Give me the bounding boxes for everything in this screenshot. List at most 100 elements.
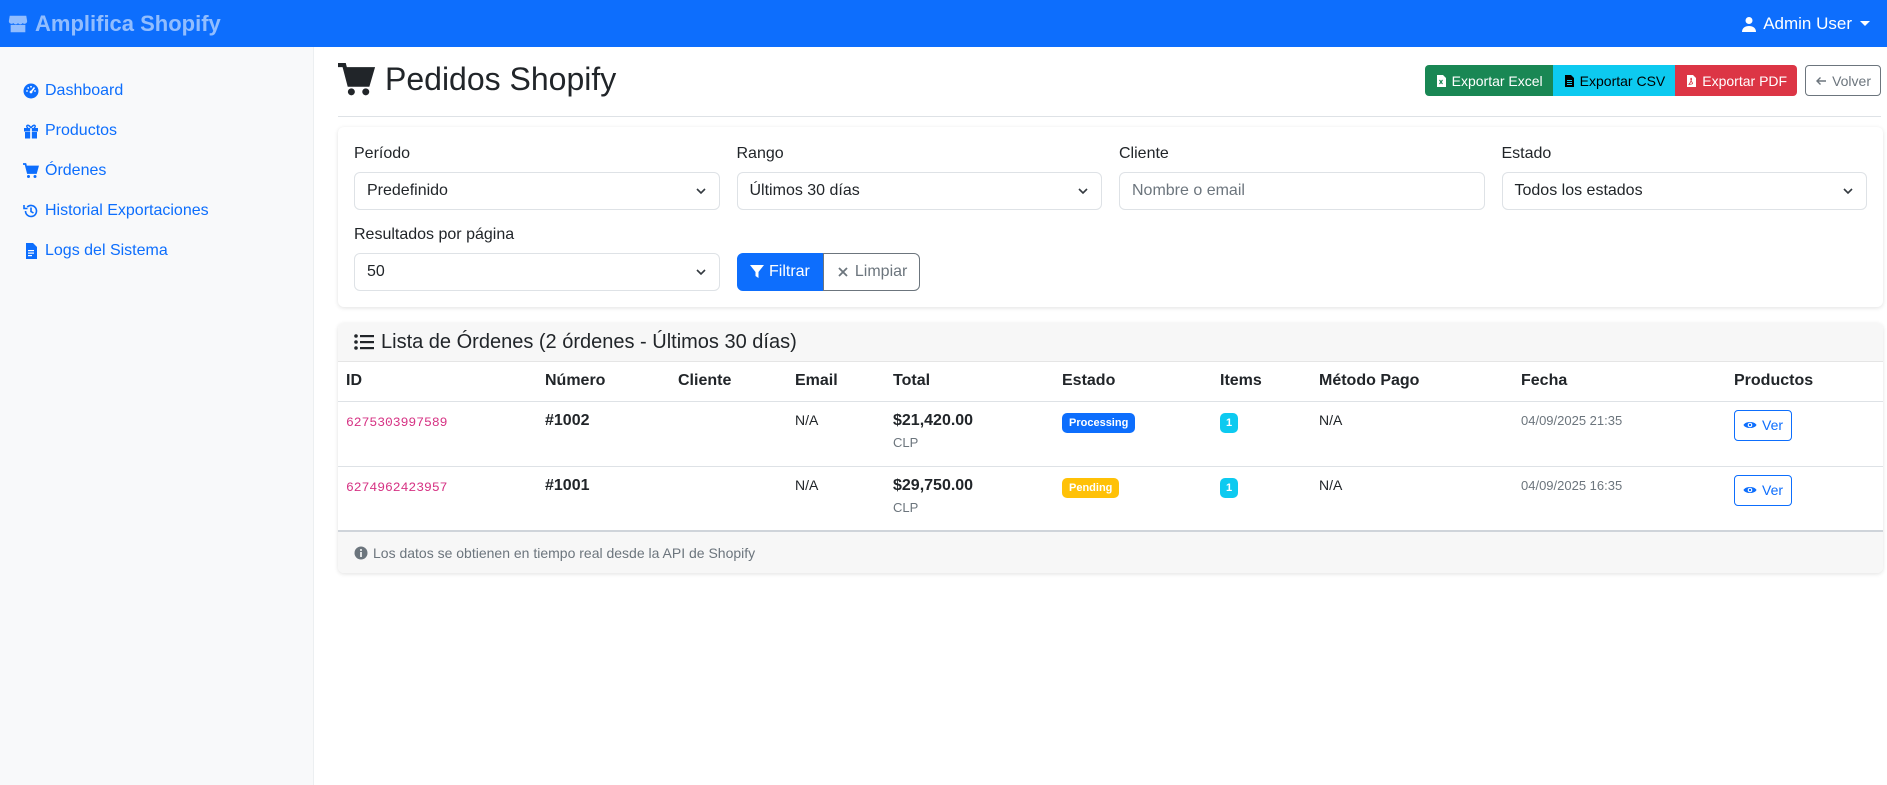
column-header-cliente[interactable]: Cliente [670,362,787,402]
clear-button[interactable]: Limpiar [822,253,921,291]
view-products-button[interactable]: Ver [1734,474,1793,506]
view-label: Ver [1762,417,1784,433]
per-page-label: Resultados por página [354,226,515,243]
chevron-down-icon [695,188,706,195]
estado-select[interactable]: Todos los estados [1501,172,1867,210]
filter-button[interactable]: Filtrar [737,253,823,291]
per-page-select[interactable]: 50 [354,253,720,291]
clear-button-label: Limpiar [854,263,908,280]
table-header-row: ID Número Cliente Email Total Estado Ite… [338,362,1883,402]
file-pdf-icon [1687,74,1697,87]
view-label: Ver [1762,482,1784,498]
sidebar-item-productos[interactable]: Productos [0,111,313,151]
chevron-down-icon [696,269,706,276]
back-label: Volver [1832,72,1871,89]
order-total: $21,420.00 [893,411,974,429]
gauge-icon [23,83,39,99]
column-header-estado[interactable]: Estado [1054,362,1212,402]
per-page-field: Resultados por página 50 [354,224,720,291]
cart-icon [23,163,39,178]
items-badge: 1 [1220,412,1239,433]
cliente-placeholder: Nombre o email [1132,182,1245,199]
export-pdf-label: Exportar PDF [1702,72,1788,89]
order-date: 04/09/2025 21:35 [1521,412,1623,428]
filter-row: Resultados por página 50 Filtrar Limpiar [354,224,1867,291]
caret-down-icon [1860,21,1870,26]
export-excel-label: Exportar Excel [1451,72,1543,89]
items-badge: 1 [1220,477,1239,498]
order-payment: N/A [1319,411,1343,428]
eye-icon [1743,487,1757,493]
order-total: $29,750.00 [893,476,974,494]
rango-field: Rango Últimos 30 días [736,143,1102,210]
periodo-field: Período Predefinido [354,143,720,210]
estado-value: Todos los estados [1514,182,1643,199]
filter-card: Período Predefinido Rango Últimos 30 día… [338,127,1883,307]
column-header-numero[interactable]: Número [537,362,670,402]
sidebar-item-historial[interactable]: Historial Exportaciones [0,191,313,231]
per-page-value: 50 [367,263,385,280]
cliente-field: Cliente Nombre o email [1119,143,1485,210]
order-number: #1002 [545,411,590,429]
cliente-input[interactable]: Nombre o email [1119,172,1485,210]
filter-button-group: Filtrar Limpiar [737,253,921,291]
order-currency: CLP [893,434,919,450]
export-button-group: Exportar Excel Exportar CSV Exportar PDF [1424,65,1798,96]
order-payment: N/A [1319,476,1343,493]
file-csv-icon [1564,74,1574,87]
cart-icon [338,63,375,96]
export-csv-button[interactable]: Exportar CSV [1552,65,1676,96]
footer-note: Los datos se obtienen en tiempo real des… [373,544,756,561]
gift-icon [24,124,38,139]
order-date: 04/09/2025 16:35 [1521,477,1623,493]
user-menu[interactable]: Admin User [1741,14,1870,34]
sidebar-item-logs[interactable]: Logs del Sistema [0,231,313,271]
rango-select[interactable]: Últimos 30 días [736,172,1102,210]
page-header: Pedidos Shopify Exportar Excel Exportar … [338,47,1881,117]
estado-field: Estado Todos los estados [1501,143,1867,210]
orders-card-header: Lista de Órdenes (2 órdenes - Últimos 30… [338,323,1883,362]
sidebar-item-label: Productos [45,122,118,139]
column-header-items[interactable]: Items [1212,362,1311,402]
chevron-down-icon [1078,188,1088,195]
user-icon [1742,16,1757,32]
orders-card: Lista de Órdenes (2 órdenes - Últimos 30… [338,323,1883,573]
column-header-productos[interactable]: Productos [1726,362,1883,402]
order-number: #1001 [545,476,590,494]
history-icon [23,204,38,218]
orders-title: Lista de Órdenes (2 órdenes - Últimos 30… [381,330,797,353]
status-badge: Processing [1062,412,1136,433]
rango-label: Rango [736,145,784,162]
sidebar-item-dashboard[interactable]: Dashboard [0,71,313,111]
file-icon [26,243,37,259]
chevron-down-icon [1843,188,1853,195]
order-email: N/A [795,411,819,428]
brand[interactable]: Amplifica Shopify [7,11,221,37]
cliente-label: Cliente [1119,145,1169,162]
sidebar-item-label: Órdenes [45,162,107,179]
column-header-metodo-pago[interactable]: Método Pago [1311,362,1513,402]
column-header-id[interactable]: ID [338,362,537,402]
eye-icon [1743,422,1757,428]
list-icon [354,334,374,350]
export-pdf-button[interactable]: Exportar PDF [1675,65,1798,96]
view-products-button[interactable]: Ver [1734,409,1793,441]
back-button[interactable]: Volver [1805,65,1881,96]
order-id: 6274962423957 [346,479,448,495]
periodo-select[interactable]: Predefinido [354,172,720,210]
column-header-total[interactable]: Total [885,362,1054,402]
periodo-value: Predefinido [367,182,448,199]
funnel-icon [750,265,764,278]
export-excel-button[interactable]: Exportar Excel [1424,65,1553,96]
column-header-email[interactable]: Email [787,362,885,402]
column-header-fecha[interactable]: Fecha [1513,362,1726,402]
status-badge: Pending [1062,477,1120,498]
order-id: 6275303997589 [346,414,448,430]
sidebar-item-ordenes[interactable]: Órdenes [0,151,313,191]
store-icon [8,15,28,32]
sidebar-item-label: Dashboard [45,82,124,99]
rango-value: Últimos 30 días [749,182,860,199]
order-currency: CLP [893,499,919,515]
estado-label: Estado [1501,145,1552,162]
main-content: Pedidos Shopify Exportar Excel Exportar … [338,47,1883,573]
